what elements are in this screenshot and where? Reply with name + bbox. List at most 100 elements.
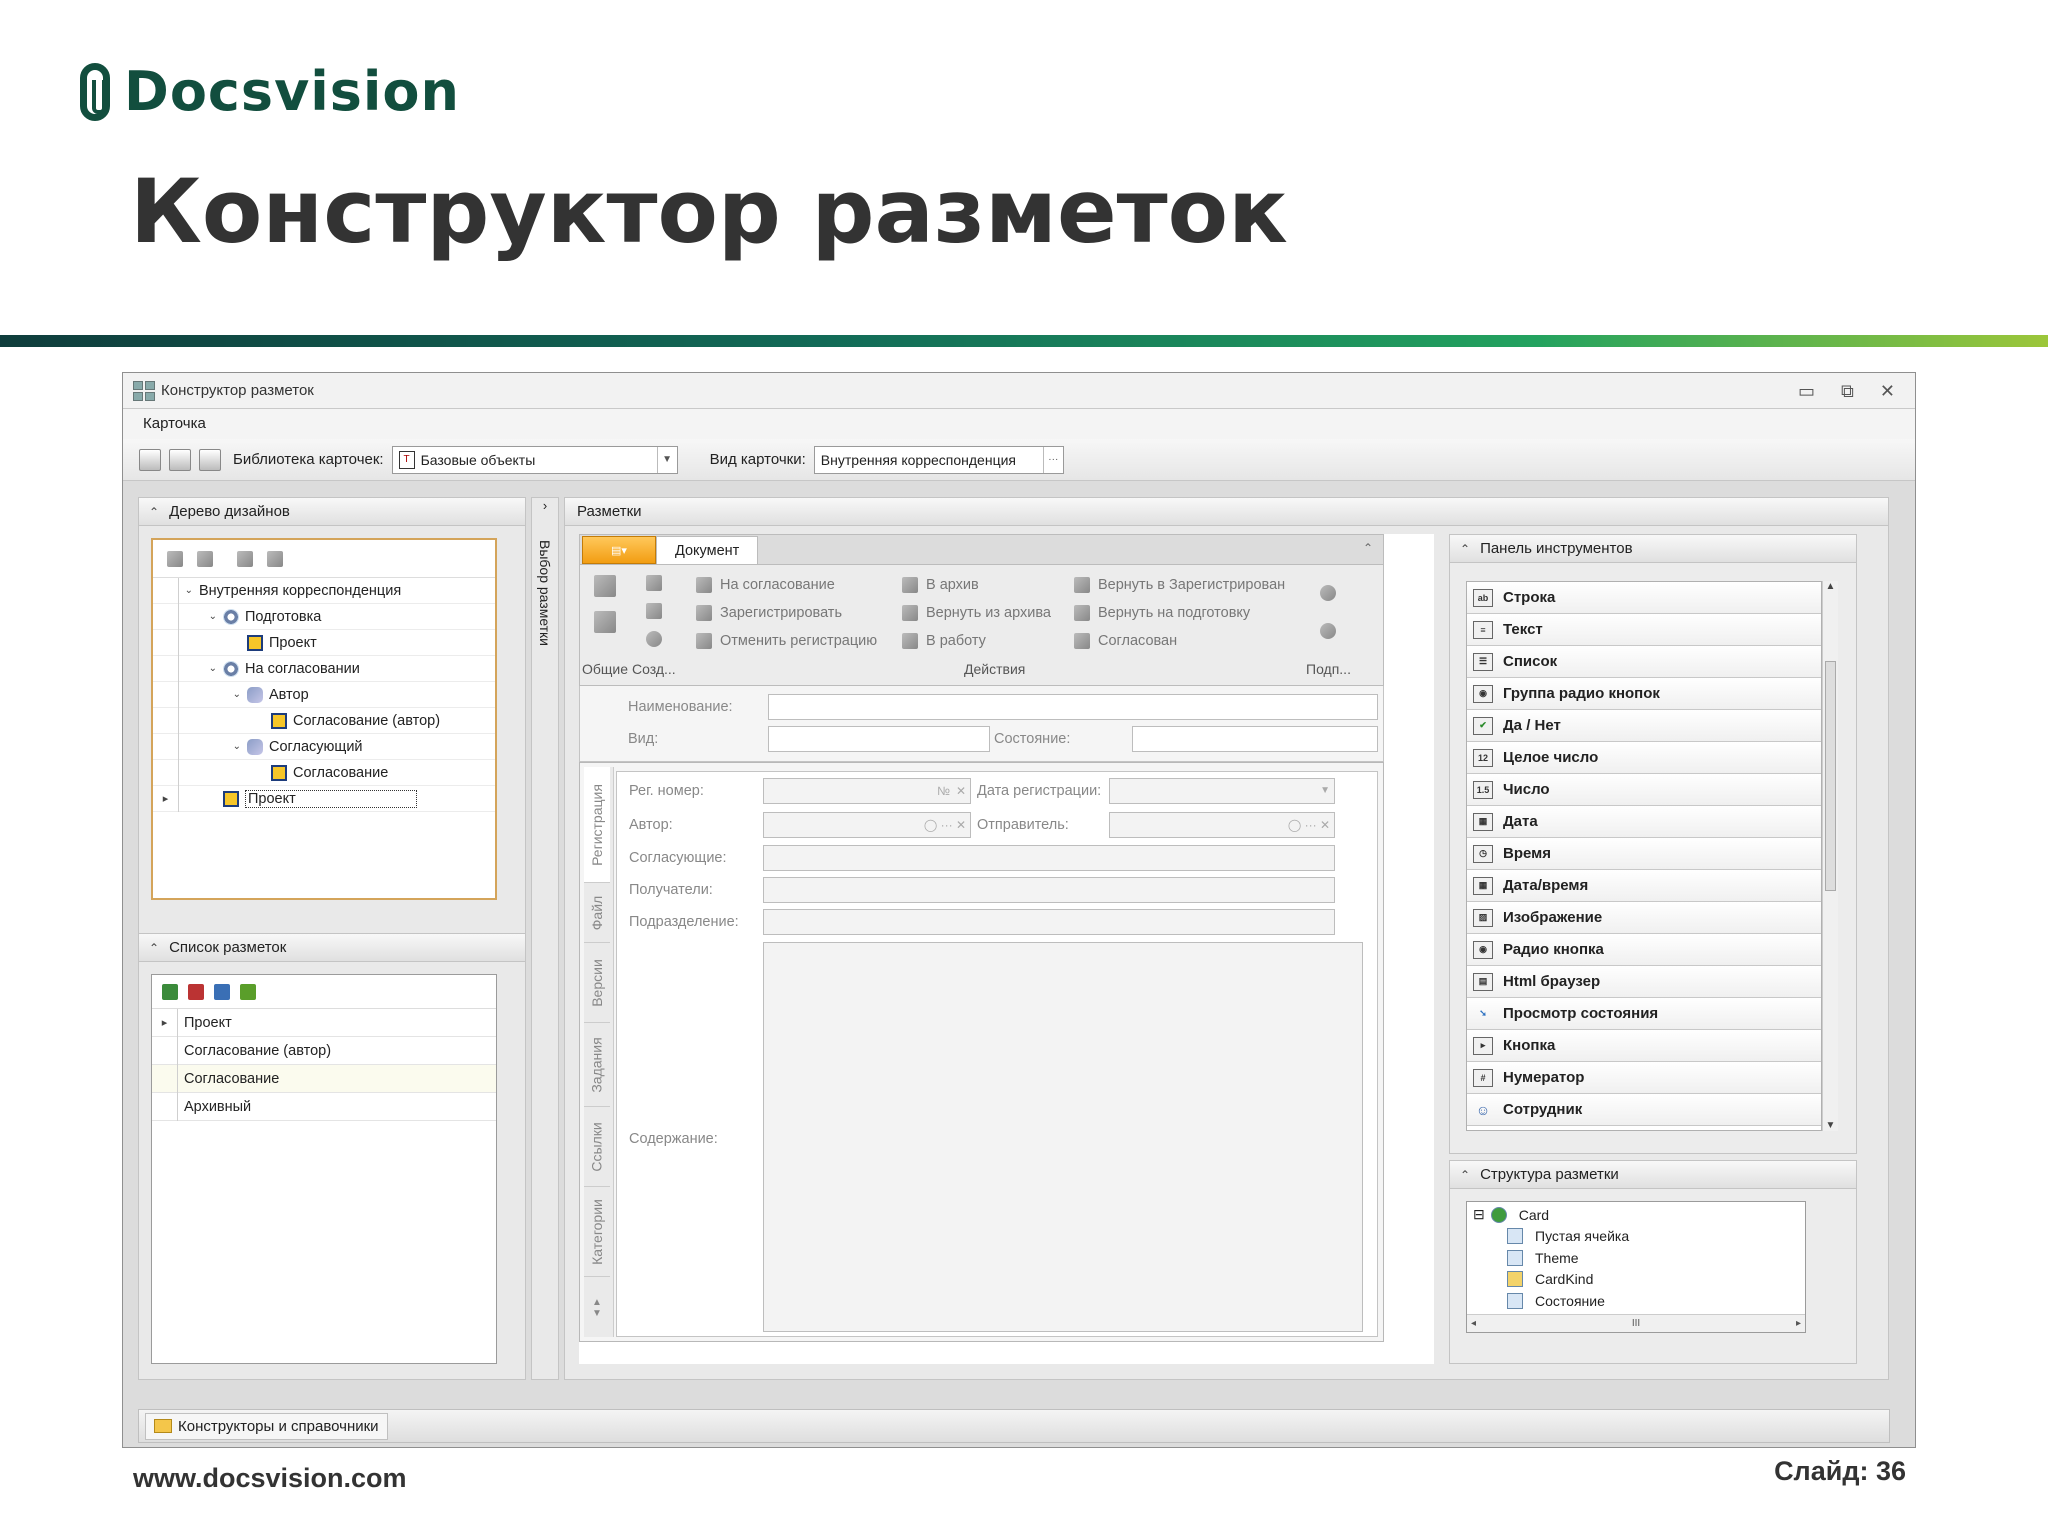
toolbox-item[interactable]: ≡ Текст [1467, 614, 1821, 646]
kind-field[interactable]: Внутренняя корреспонденция ··· [813, 445, 1064, 474]
toolbox-item[interactable]: ◉ Группа радио кнопок [1467, 678, 1821, 710]
remove-node-icon[interactable] [197, 550, 213, 567]
toolbox-scrollbar[interactable]: ▲ ▼ [1822, 581, 1838, 1131]
menu-item-card[interactable]: Карточка [143, 415, 206, 432]
tree-row[interactable]: ⌄ На согласовании [153, 655, 495, 682]
tree-row[interactable]: ▸ Проект [153, 785, 495, 812]
close-icon[interactable]: ✕ [1880, 381, 1895, 402]
list-item[interactable]: Архивный [152, 1092, 496, 1121]
save-icon[interactable] [139, 448, 161, 471]
expand-chevron-icon[interactable]: ⌄ [179, 689, 247, 700]
create-icon[interactable] [646, 603, 662, 619]
sign-icon[interactable] [1320, 623, 1336, 639]
tree-row[interactable]: ⌄ Внутренняя корреспонденция [153, 577, 495, 604]
layout-selector-tab[interactable]: › Выбор разметки [531, 497, 559, 1380]
toolbox-item[interactable]: ☰ Список [1467, 646, 1821, 678]
toolbox-item[interactable]: ✔ Да / Нет [1467, 710, 1821, 742]
author-field[interactable]: ◯ ··· ✕ [763, 812, 971, 838]
toolbox-item[interactable]: ➘ Просмотр состояния [1467, 998, 1821, 1030]
toolbox-item[interactable]: ▦ Дата [1467, 806, 1821, 838]
expand-chevron-icon[interactable]: ⌄ [179, 611, 223, 622]
tree-row[interactable]: Проект [153, 629, 495, 656]
tree-row[interactable]: Согласование (автор) [153, 707, 495, 734]
expand-icon[interactable]: › [532, 498, 558, 518]
save-icon[interactable] [594, 575, 616, 597]
structure-item[interactable]: Состояние [1473, 1290, 1805, 1312]
structure-item[interactable]: Пустая ячейка [1473, 1226, 1805, 1248]
tab-document[interactable]: Документ [656, 536, 759, 564]
collapse-icon[interactable]: ⌃ [1460, 1168, 1470, 1182]
add-layout-icon[interactable] [162, 983, 178, 1000]
expand-chevron-icon[interactable]: ⌄ [179, 585, 199, 596]
ribbon-action-button[interactable]: Вернуть из архива [902, 599, 1051, 627]
toolbox-item[interactable]: ☺ Сотрудник [1467, 1094, 1821, 1126]
toolbox-item[interactable]: 12 Целое число [1467, 742, 1821, 774]
kind-field[interactable] [768, 726, 990, 752]
toolbox-item[interactable]: ab Строка [1467, 582, 1821, 614]
ribbon-action-button[interactable]: Вернуть на подготовку [1074, 599, 1285, 627]
move-down-icon[interactable] [267, 550, 283, 567]
add-node-icon[interactable] [167, 550, 183, 567]
toolbox-item[interactable]: ▨ Изображение [1467, 902, 1821, 934]
toolbox-item[interactable]: 1.5 Число [1467, 774, 1821, 806]
toolbox-item[interactable]: ◉ Радио кнопка [1467, 934, 1821, 966]
collapse-ribbon-icon[interactable]: ⌃ [1363, 541, 1373, 555]
chevron-down-icon[interactable]: ▼ [656, 446, 677, 473]
tab-links[interactable]: Ссылки [584, 1107, 610, 1187]
reg-number-field[interactable]: № ✕ [763, 778, 971, 804]
app-menu-button[interactable]: ▤▾ [582, 536, 656, 564]
create-icon[interactable] [646, 575, 662, 591]
content-textarea[interactable] [763, 942, 1363, 1332]
tree-row[interactable]: ⌄ Автор [153, 681, 495, 708]
expand-chevron-icon[interactable]: ⌄ [179, 741, 247, 752]
edit-layout-icon[interactable] [240, 983, 256, 1000]
reg-date-field[interactable]: ▼ [1109, 778, 1335, 804]
tab-scroll-icon[interactable]: ▲ ▼ [584, 1297, 610, 1319]
sign-icon[interactable] [1320, 585, 1336, 601]
delete-layout-icon[interactable] [188, 983, 204, 1000]
restore-icon[interactable]: ⧉ [1841, 381, 1854, 402]
sender-field[interactable]: ◯ ··· ✕ [1109, 812, 1335, 838]
tab-categories[interactable]: Категории [584, 1187, 610, 1277]
toolbox-item[interactable]: ▦ Дата/время [1467, 870, 1821, 902]
ribbon-action-button[interactable]: На согласование [696, 571, 877, 599]
ribbon-action-button[interactable]: В архив [902, 571, 1051, 599]
ribbon-action-button[interactable]: Отменить регистрацию [696, 627, 877, 655]
ribbon-action-button[interactable]: Вернуть в Зарегистрирован [1074, 571, 1285, 599]
save-all-icon[interactable] [169, 448, 191, 471]
scroll-thumb[interactable] [1825, 661, 1836, 891]
copy-layout-icon[interactable] [214, 983, 230, 1000]
tab-registration[interactable]: Регистрация [584, 767, 610, 883]
more-button[interactable]: ··· [1042, 446, 1063, 473]
export-icon[interactable] [199, 448, 221, 471]
tree-row[interactable]: ⌄ Подготовка [153, 603, 495, 630]
tab-tasks[interactable]: Задания [584, 1023, 610, 1107]
tab-file[interactable]: Файл [584, 883, 610, 943]
create-icon[interactable] [646, 631, 662, 647]
library-select[interactable]: T Базовые объекты ▼ [391, 445, 678, 474]
structure-item[interactable]: ⊟ Card [1473, 1204, 1805, 1226]
tree-row[interactable]: Согласование [153, 759, 495, 786]
clear-icon[interactable]: ✕ [956, 784, 966, 798]
expand-chevron-icon[interactable]: ⌄ [179, 663, 223, 674]
department-field[interactable] [763, 909, 1335, 935]
move-up-icon[interactable] [237, 550, 253, 567]
toolbox-item[interactable]: # Нумератор [1467, 1062, 1821, 1094]
toolbox-item[interactable]: ▸ Кнопка [1467, 1030, 1821, 1062]
list-item[interactable]: ▸ Проект [152, 1008, 496, 1037]
copy-icon[interactable] [594, 611, 616, 633]
structure-item[interactable]: Theme [1473, 1247, 1805, 1269]
recipients-field[interactable] [763, 877, 1335, 903]
list-item[interactable]: Согласование (автор) [152, 1036, 496, 1065]
toolbox-item[interactable]: ▤ Html браузер [1467, 966, 1821, 998]
collapse-icon[interactable]: ⌃ [1460, 542, 1470, 556]
minimize-icon[interactable]: ▭ [1798, 381, 1815, 402]
state-field[interactable] [1132, 726, 1378, 752]
approvers-field[interactable] [763, 845, 1335, 871]
collapse-icon[interactable]: ⌃ [149, 505, 159, 519]
horizontal-scrollbar[interactable]: ◂ III ▸ [1467, 1314, 1805, 1332]
list-item[interactable]: Согласование [152, 1064, 496, 1093]
collapse-box-icon[interactable]: ⊟ [1473, 1206, 1485, 1223]
ribbon-action-button[interactable]: Зарегистрировать [696, 599, 877, 627]
ribbon-action-button[interactable]: В работу [902, 627, 1051, 655]
